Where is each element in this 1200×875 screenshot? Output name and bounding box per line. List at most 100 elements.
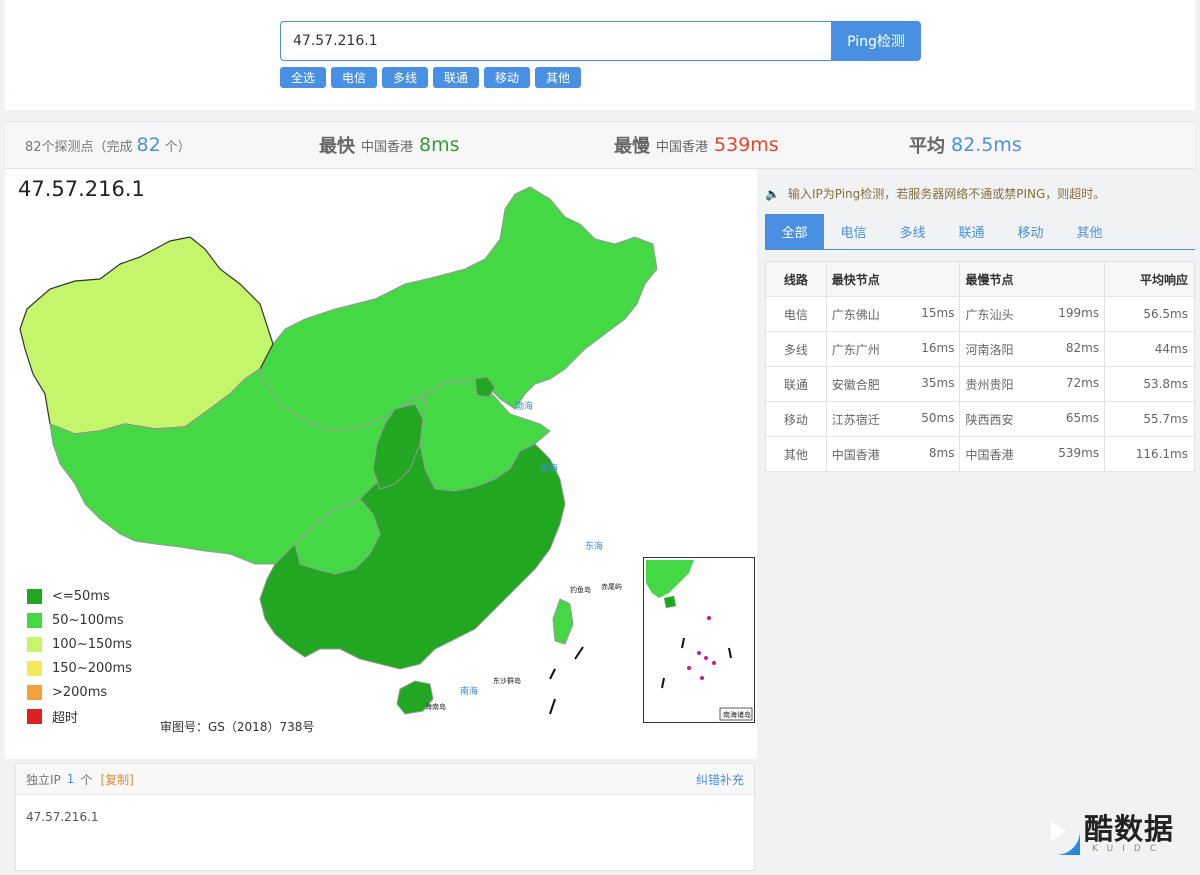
results-table: 线路 最快节点 最慢节点 平均响应 电信 广东佛山 15ms 广东汕头 199ms … <box>765 261 1195 472</box>
legend-swatch <box>27 612 42 628</box>
probe-count-done: 82 <box>136 134 161 156</box>
fast-cell: 广东佛山 15ms <box>825 296 961 332</box>
inset-dash <box>661 677 665 689</box>
independent-ip-panel: 独立IP 1 个 [复制] 纠错补充 47.57.216.1 <box>15 763 755 871</box>
fast-ms: 15ms <box>921 305 955 320</box>
slowest-location: 中国香港 <box>656 139 709 155</box>
legend-item: 50~100ms <box>27 608 132 632</box>
avg-cell: 44ms <box>1104 331 1195 367</box>
fast-node: 广东广州 <box>831 342 880 357</box>
legend-item: 150~200ms <box>27 656 132 680</box>
header-fastest-node: 最快节点 <box>825 261 961 297</box>
legend-swatch <box>27 708 42 724</box>
fast-cell: 江苏宿迁 50ms <box>825 401 961 437</box>
bohai-label: 渤海 <box>515 400 533 412</box>
slow-ms: 65ms <box>1065 410 1100 425</box>
chiwei-label: 赤尾屿 <box>601 582 622 591</box>
filter-all-button[interactable]: 全选 <box>280 67 326 88</box>
filter-telecom-button[interactable]: 电信 <box>331 67 377 88</box>
map-panel: 渤海 黄海 东海 南海 海南岛 钓鱼岛 赤尾屿 东沙群岛 47.57.216.1… <box>5 169 757 759</box>
avg-cell: 56.5ms <box>1104 296 1195 332</box>
tab-telecom[interactable]: 电信 <box>824 214 883 249</box>
fast-ms: 8ms <box>928 445 955 460</box>
slowest-value: 539ms <box>714 134 779 156</box>
filter-other-button[interactable]: 其他 <box>535 67 581 88</box>
table-row: 其他 中国香港 8ms 中国香港 539ms 116.1ms <box>765 436 1195 472</box>
fast-node: 广东佛山 <box>831 307 880 322</box>
legend-item: <=50ms <box>27 584 132 608</box>
legend-label: >200ms <box>52 684 108 700</box>
watermark-text: 酷数据 <box>1084 812 1175 846</box>
ip-search-input[interactable] <box>280 21 831 61</box>
fast-ms: 50ms <box>921 410 955 425</box>
slow-ms: 199ms <box>1058 305 1100 320</box>
tab-unicom[interactable]: 联通 <box>942 214 1001 249</box>
fast-node: 中国香港 <box>831 447 880 462</box>
report-error-link[interactable]: 纠错补充 <box>696 771 744 788</box>
tab-multiline[interactable]: 多线 <box>883 214 942 249</box>
table-row: 多线 广东广州 16ms 河南洛阳 82ms 44ms <box>765 331 1195 367</box>
tab-all[interactable]: 全部 <box>765 214 824 249</box>
slow-node: 陕西西安 <box>965 412 1014 427</box>
slow-node: 中国香港 <box>965 447 1014 462</box>
south-sea-inset-map: 南海诸岛 <box>643 557 755 723</box>
table-row: 联通 安徽合肥 35ms 贵州贵阳 72ms 53.8ms <box>765 366 1195 402</box>
fast-ms: 35ms <box>921 375 955 390</box>
slow-ms: 72ms <box>1065 375 1100 390</box>
line-link[interactable]: 移动 <box>765 401 827 437</box>
average-label: 平均 <box>909 136 945 157</box>
hainan-label: 海南岛 <box>425 702 446 711</box>
header-slowest-node: 最慢节点 <box>959 261 1106 297</box>
inset-mainland <box>646 560 694 598</box>
region-taiwan[interactable] <box>552 598 574 645</box>
line-link[interactable]: 其他 <box>765 436 827 472</box>
probe-count-prefix: 82个探测点（完成 <box>25 139 133 155</box>
inset-hainan <box>664 596 676 608</box>
legend-item: 超时 <box>27 704 132 728</box>
header-line: 线路 <box>765 261 827 297</box>
slow-cell: 河南洛阳 82ms <box>959 331 1106 367</box>
ip-panel-header: 独立IP 1 个 [复制] 纠错补充 <box>16 764 754 795</box>
slow-node: 河南洛阳 <box>965 342 1014 357</box>
island-dot <box>712 661 716 665</box>
line-link[interactable]: 多线 <box>765 331 827 367</box>
slow-cell: 陕西西安 65ms <box>959 401 1106 437</box>
filter-mobile-button[interactable]: 移动 <box>484 67 530 88</box>
average-value: 82.5ms <box>951 134 1022 156</box>
inset-map-drawing: 南海诸岛 <box>646 560 753 721</box>
slow-node: 贵州贵阳 <box>965 377 1014 392</box>
slow-cell: 中国香港 539ms <box>959 436 1106 472</box>
map-review-number: 审图号：GS（2018）738号 <box>160 720 315 734</box>
line-link[interactable]: 联通 <box>765 366 827 402</box>
slow-node: 广东汕头 <box>965 307 1014 322</box>
search-panel: Ping检测 全选 电信 多线 联通 移动 其他 <box>5 0 1195 110</box>
legend-label: 150~200ms <box>52 660 132 676</box>
fast-cell: 中国香港 8ms <box>825 436 961 472</box>
ping-button[interactable]: Ping检测 <box>831 21 921 61</box>
tab-other[interactable]: 其他 <box>1060 214 1119 249</box>
tab-mobile[interactable]: 移动 <box>1001 214 1060 249</box>
table-row: 电信 广东佛山 15ms 广东汕头 199ms 56.5ms <box>765 296 1195 332</box>
watermark-logo: 酷数据 KUIDC <box>1030 802 1190 862</box>
average-stat: 平均 82.5ms <box>909 122 1022 168</box>
slowest-label: 最慢 <box>614 136 650 157</box>
line-link[interactable]: 电信 <box>765 296 827 332</box>
stats-bar: 82个探测点（完成 82 个） 最快 中国香港 8ms 最慢 中国香港 539ms … <box>5 121 1195 169</box>
avg-cell: 116.1ms <box>1104 436 1195 472</box>
filter-unicom-button[interactable]: 联通 <box>433 67 479 88</box>
legend-item: 100~150ms <box>27 632 132 656</box>
dash-line <box>549 668 556 680</box>
fastest-label: 最快 <box>319 136 355 157</box>
fast-node: 江苏宿迁 <box>831 412 880 427</box>
inset-dash <box>681 637 685 649</box>
copy-link[interactable]: [复制] <box>100 771 133 788</box>
ip-list-item: 47.57.216.1 <box>26 810 99 824</box>
legend-swatch <box>27 588 42 604</box>
probe-count: 82个探测点（完成 82 个） <box>25 122 191 168</box>
map-ip-title: 47.57.216.1 <box>18 177 145 201</box>
island-dot <box>707 616 711 620</box>
filter-multiline-button[interactable]: 多线 <box>382 67 428 88</box>
legend-label: 50~100ms <box>52 612 124 628</box>
line-tabs: 全部 电信 多线 联通 移动 其他 <box>765 214 1195 250</box>
island-dot <box>700 676 704 680</box>
